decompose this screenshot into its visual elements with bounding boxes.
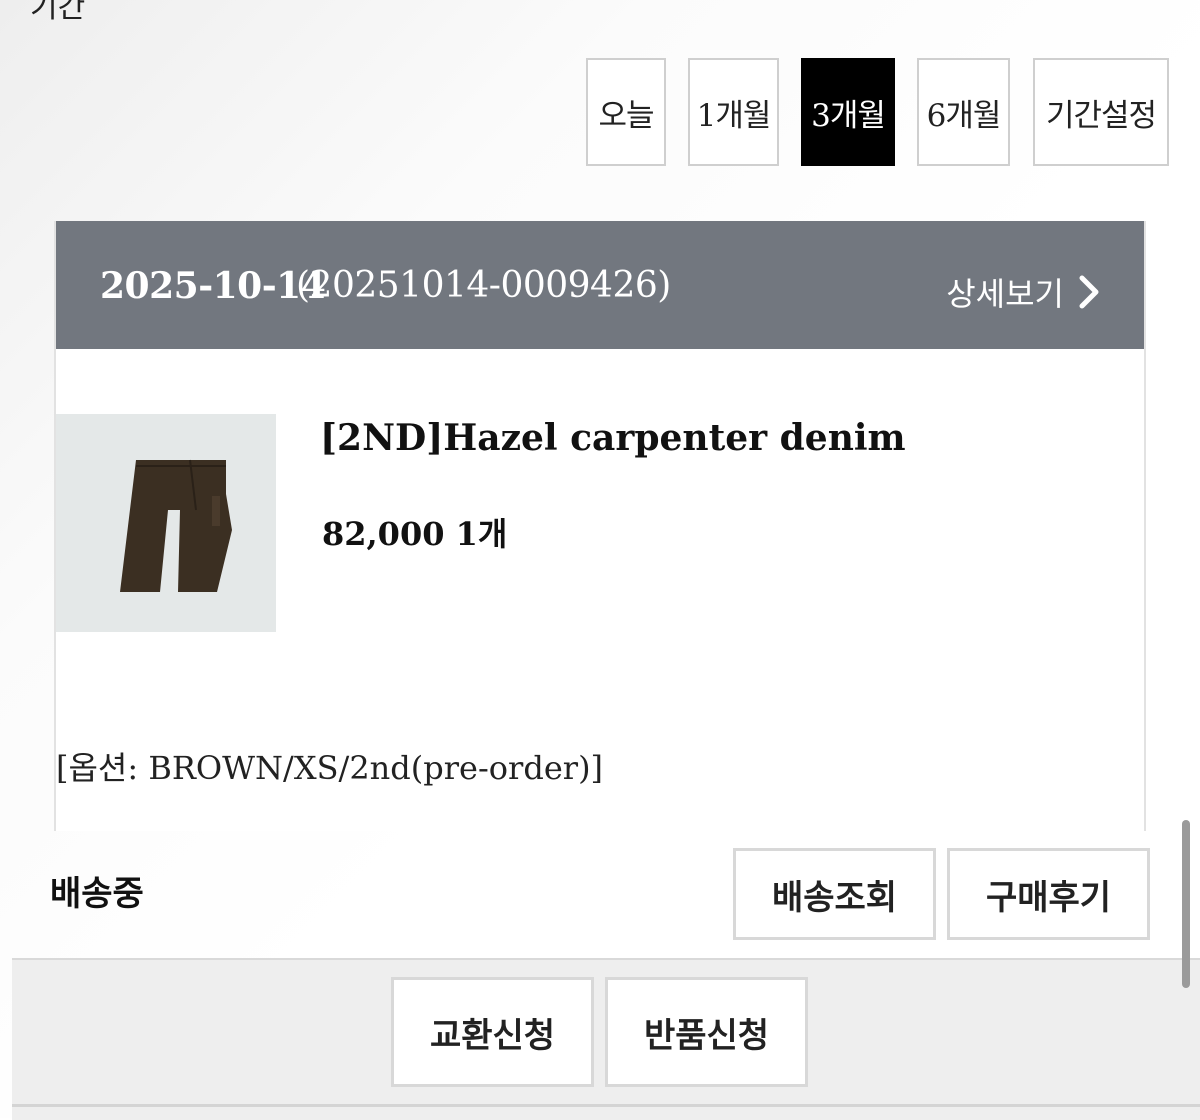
scrollbar[interactable]: [1182, 820, 1190, 988]
exchange-request-button[interactable]: 교환신청: [391, 977, 594, 1087]
order-header: 2025-10-14 (20251014-0009426) 상세보기: [56, 221, 1144, 349]
order-date: 2025-10-14: [100, 265, 326, 307]
product-price-quantity: 82,000 1개: [322, 515, 508, 553]
period-today-button[interactable]: 오늘: [586, 58, 666, 166]
chevron-right-icon: [1079, 275, 1099, 309]
product-option: [옵션: BROWN/XS/2nd(pre-order)]: [56, 749, 604, 787]
period-6month-button[interactable]: 6개월: [917, 58, 1010, 166]
return-request-button[interactable]: 반품신청: [605, 977, 808, 1087]
period-section-label: 기간: [30, 0, 86, 25]
write-review-button[interactable]: 구매후기: [947, 848, 1150, 940]
period-custom-button[interactable]: 기간설정: [1033, 58, 1169, 166]
product-name[interactable]: [2ND]Hazel carpenter denim: [320, 417, 906, 459]
order-detail-label: 상세보기: [946, 275, 1064, 313]
delivery-status: 배송중: [50, 874, 144, 914]
track-delivery-button[interactable]: 배송조회: [733, 848, 936, 940]
period-3month-button[interactable]: 3개월: [801, 58, 895, 166]
brown-denim-pants-icon: [56, 414, 276, 632]
order-number: (20251014-0009426): [296, 265, 671, 306]
product-thumbnail[interactable]: [56, 414, 276, 632]
period-1month-button[interactable]: 1개월: [688, 58, 779, 166]
order-card: 2025-10-14 (20251014-0009426) 상세보기 [2ND]…: [54, 221, 1146, 831]
order-detail-link[interactable]: 상세보기: [946, 269, 1100, 315]
divider: [12, 1104, 1200, 1107]
